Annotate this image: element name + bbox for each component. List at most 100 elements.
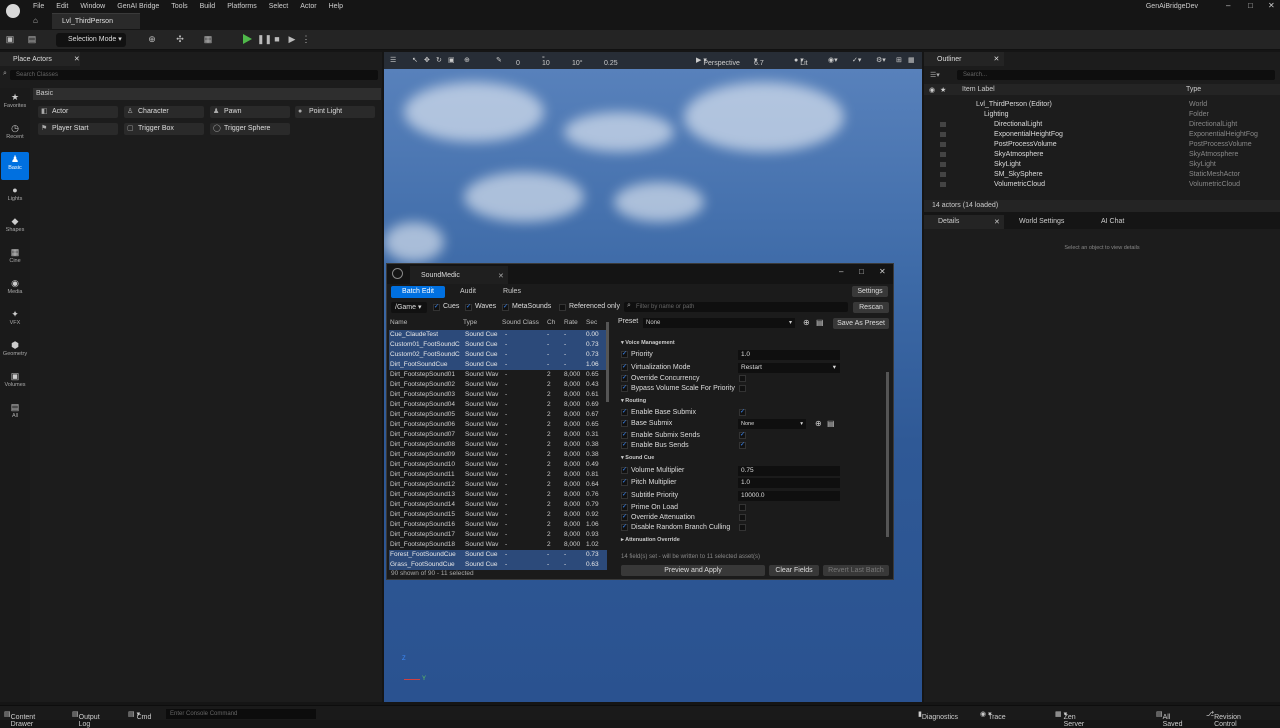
filter-search-input[interactable]: Filter by name or path [624,302,848,312]
actor-item-actor[interactable]: ◧ Actor [38,106,118,118]
rotate-snap[interactable]: 10 ° [542,56,550,67]
enable-submix-sends-value[interactable] [739,431,746,439]
nav-all[interactable]: ▤ All [1,400,29,428]
col-rate[interactable]: Rate [564,319,578,326]
prop-checkbox[interactable] [621,513,628,521]
override-attenuation-value[interactable] [739,514,746,521]
table-row[interactable]: Dirt_FootstepSound14 Sound Wav - 2 8,000 0.79 [389,500,607,510]
clear-fields-button[interactable]: Clear Fields [769,565,819,576]
content-drawer-button[interactable]: ▤ Content Drawer [4,710,35,728]
table-row[interactable]: Dirt_FootstepSound15 Sound Wav - 2 8,000 0.92 [389,510,607,520]
outliner-row[interactable]: Lvl_ThirdPerson (Editor) World [924,100,1274,110]
col-type[interactable]: Type [463,319,477,326]
tab-ai-chat[interactable]: AI Chat [1101,218,1124,225]
table-row[interactable]: Forest_FootSoundCue Sound Cue - - -0.73 [389,550,607,560]
browse-icon[interactable]: ⊕ [803,318,810,327]
virtualization-dropdown[interactable]: Restart ▾ [738,363,840,373]
bypass-value[interactable] [739,385,746,392]
menu-build[interactable]: Build [194,1,222,12]
menu-help[interactable]: Help [323,1,349,12]
level-tab[interactable]: Lvl_ThirdPerson [52,13,140,29]
table-row[interactable]: Dirt_FootstepSound07 Sound Wav - 2 8,000 0.31 [389,430,607,440]
disable-branch-value[interactable] [739,524,746,531]
outliner-row[interactable]: SM_SkySphere StaticMeshActor [924,170,1274,180]
tab-details-close-icon[interactable]: ✕ [994,218,1000,226]
prop-checkbox[interactable] [621,431,628,439]
section-voice-management[interactable]: ▾ Voice Management [621,340,675,346]
visibility-icon[interactable] [940,162,946,167]
outliner-row[interactable]: Lighting Folder [924,110,1274,120]
more-icon[interactable]: ⋮ [300,34,312,45]
pitch-input[interactable]: 1.0 [738,478,840,488]
world-icon[interactable]: ⊕ [464,56,470,64]
nav-lights[interactable]: ● Lights [1,183,29,211]
outliner-search-input[interactable]: Search... [957,70,1275,80]
prop-checkbox[interactable] [621,478,628,486]
prop-checkbox[interactable] [621,491,628,499]
actor-item-player-start[interactable]: ⚑ Player Start [38,123,118,135]
table-row[interactable]: Dirt_FootstepSound02 Sound Wav - 2 8,000 0.43 [389,380,607,390]
menu-select[interactable]: Select [263,1,294,12]
tab-batch-edit[interactable]: Batch Edit [391,286,445,298]
browse-icon[interactable]: ⊕ [815,419,822,428]
zen-server-button[interactable]: ▦ Zen Server ▾ [1055,710,1084,728]
rotate-icon[interactable]: ↻ [436,56,442,64]
outliner-row[interactable]: PostProcessVolume PostProcessVolume [924,140,1274,150]
menu-actor[interactable]: Actor [294,1,322,12]
visibility-icon[interactable] [940,132,946,137]
prop-checkbox[interactable] [621,466,628,474]
path-dropdown[interactable]: /Game ▾ [391,302,427,313]
table-row[interactable]: Dirt_FootstepSound08 Sound Wav - 2 8,000 0.38 [389,440,607,450]
table-row[interactable]: Dirt_FootstepSound03 Sound Wav - 2 8,000 0.61 [389,390,607,400]
blueprint-icon[interactable]: ✣ [174,34,186,45]
folder-icon[interactable]: ▤ [827,419,835,428]
console-input[interactable]: Enter Console Command [166,709,316,719]
maximize-icon[interactable]: □ [859,267,864,276]
viewport-menu-icon[interactable]: ☰ [390,56,396,64]
prop-checkbox[interactable] [621,419,628,427]
table-row[interactable]: Cue_ClaudeTest Sound Cue - - -0.00 [389,330,607,340]
diagnostics-button[interactable]: ▮ Diagnostics [918,710,958,721]
preset-dropdown[interactable]: None ▾ [643,318,795,328]
override-concurrency-value[interactable] [739,375,746,382]
referenced-only-checkbox[interactable] [559,304,566,311]
perspective-dropdown[interactable]: ▶ Perspective ▾ [696,56,740,67]
nav-media[interactable]: ◉ Media [1,276,29,304]
priority-input[interactable]: 1.0 [738,350,840,360]
preview-apply-button[interactable]: Preview and Apply [621,565,765,576]
revert-last-batch-button[interactable]: Revert Last Batch [823,565,889,576]
trace-button[interactable]: ◉ Trace ▾ [980,710,1006,721]
output-log-button[interactable]: ▤ Output Log [72,710,100,728]
col-sec[interactable]: Sec [586,319,597,326]
menu-window[interactable]: Window [74,1,111,12]
subtitle-input[interactable]: 10000.0 [738,491,840,501]
content-icon[interactable]: ▤ [26,34,38,45]
cmd-dropdown[interactable]: ▤ Cmd ▾ [128,710,151,721]
actor-item-trigger-sphere[interactable]: ◯ Trigger Sphere [210,123,290,135]
minimize-icon[interactable]: – [1226,1,1230,10]
section-sound-cue[interactable]: ▾ Sound Cue [621,455,654,461]
tab-rules[interactable]: Rules [497,286,527,298]
save-as-preset-button[interactable]: Save As Preset [833,318,889,329]
table-row[interactable]: Dirt_FootstepSound12 Sound Wav - 2 8,000 0.64 [389,480,607,490]
table-row[interactable]: Dirt_FootstepSound13 Sound Wav - 2 8,000 0.76 [389,490,607,500]
table-row[interactable]: Dirt_FootstepSound06 Sound Wav - 2 8,000 0.65 [389,420,607,430]
close-icon[interactable]: ✕ [1268,1,1275,10]
move-icon[interactable]: ✥ [424,56,430,64]
enable-base-submix-value[interactable] [739,408,746,416]
settings-button[interactable]: Settings [852,286,888,297]
actor-item-trigger-box[interactable]: ▢ Trigger Box [124,123,204,135]
select-icon[interactable]: ↖ [412,56,418,64]
minimize-icon[interactable]: – [839,267,843,276]
prop-checkbox[interactable] [621,384,628,392]
col-ch[interactable]: Ch [547,319,555,326]
col-item-label[interactable]: Item Label [962,86,995,93]
outliner-row[interactable]: SkyAtmosphere SkyAtmosphere [924,150,1274,160]
table-row[interactable]: Grass_FootSoundCue Sound Cue - - -0.63 [389,560,607,570]
search-classes-input[interactable]: Search Classes [10,70,378,80]
view-mode-dropdown[interactable]: ● Lit ▾ [794,56,808,67]
play-icon[interactable] [243,34,252,44]
base-submix-dropdown[interactable]: None ▾ [738,419,806,429]
all-saved-button[interactable]: ▤ All Saved [1156,710,1182,728]
table-row[interactable]: Dirt_FootstepSound09 Sound Wav - 2 8,000 0.38 [389,450,607,460]
